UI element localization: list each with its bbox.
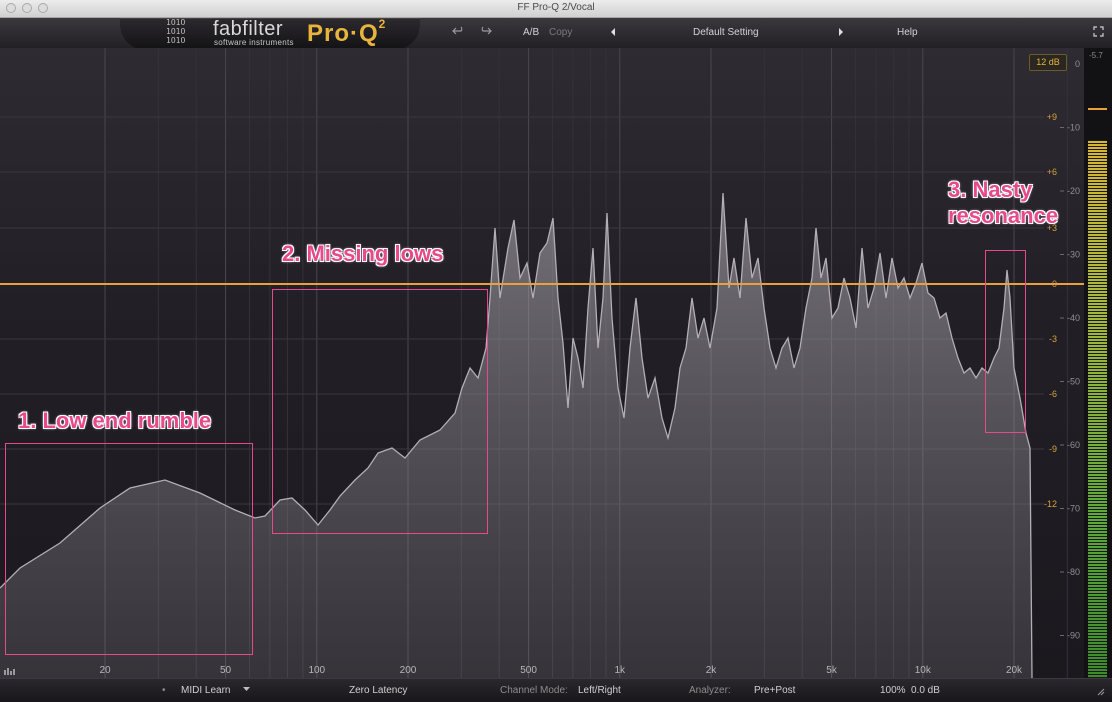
previous-preset-icon[interactable]: [609, 27, 617, 40]
fullscreen-icon[interactable]: [1093, 26, 1104, 40]
analyzer-db-tick-label: -50: [1067, 377, 1080, 387]
range-badge[interactable]: 12 dB: [1029, 54, 1067, 71]
frequency-tick-label: 20k: [1006, 665, 1023, 676]
ab-button[interactable]: A/B: [523, 27, 539, 38]
midi-learn-button[interactable]: MIDI Learn: [181, 685, 230, 696]
window-titlebar: FF Pro-Q 2/Vocal: [0, 0, 1112, 18]
frequency-tick-label: 200: [400, 665, 417, 676]
eq-gain-tick-label: -9: [1049, 444, 1057, 454]
annotation-box-low-end: [5, 443, 253, 655]
output-level-meter: -5.7: [1084, 48, 1112, 678]
annotation-box-missing-lows: [272, 289, 488, 534]
analyzer-db-tick-label: -30: [1067, 250, 1080, 260]
frequency-tick-label: 100: [308, 665, 325, 676]
eq-gain-tick-label: -6: [1049, 389, 1057, 399]
redo-icon[interactable]: [478, 26, 492, 39]
fabfilter-logo-icon: 1O1O 1O1O 1O1O: [166, 18, 186, 45]
eq-gain-tick-label: -12: [1044, 499, 1057, 509]
frequency-tick-label: 5k: [826, 665, 838, 676]
eq-gain-tick-label: +9: [1047, 112, 1057, 122]
window-title: FF Pro-Q 2/Vocal: [517, 2, 595, 13]
channel-mode-label: Channel Mode:: [500, 685, 568, 696]
analyzer-db-tick-label: -90: [1067, 631, 1080, 641]
next-preset-icon[interactable]: [837, 27, 845, 40]
annotation-box-resonance: [985, 250, 1026, 433]
frequency-tick-label: 10k: [915, 665, 932, 676]
frequency-tick-label: 20: [99, 665, 111, 676]
midi-learn-dropdown-icon[interactable]: [242, 685, 251, 696]
annotation-low-end-rumble: 1. Low end rumble: [18, 408, 212, 433]
meter-peak-hold: [1088, 108, 1107, 110]
analyzer-db-tick-label: -80: [1067, 567, 1080, 577]
latency-mode-button[interactable]: Zero Latency: [349, 685, 407, 696]
meter-peak-value: -5.7: [1089, 51, 1103, 60]
analyzer-value[interactable]: Pre+Post: [754, 685, 795, 696]
product-name: Pro·Q: [307, 20, 379, 47]
product-version: 2: [378, 17, 387, 31]
eq-gain-tick-label: 0: [1052, 279, 1057, 289]
copy-button[interactable]: Copy: [549, 27, 572, 38]
output-gain-value[interactable]: 0.0 dB: [911, 685, 940, 696]
frequency-tick-label: 500: [520, 665, 537, 676]
analyzer-db-tick-label: -60: [1067, 440, 1080, 450]
brand-subtitle: software instruments: [214, 38, 294, 47]
analyzer-db-tick-label: 0: [1075, 59, 1080, 69]
eq-graph[interactable]: 20 50 100 200 500 1k 2k 5k 10k 20k +9 +6 +3 0 -3 -6 -9-…: [0, 48, 1084, 678]
analyzer-db-tick-label: -40: [1067, 313, 1080, 323]
frequency-tick-label: 1k: [615, 665, 627, 676]
preset-name[interactable]: Default Setting: [693, 27, 759, 38]
zoom-value[interactable]: 100%: [880, 685, 906, 696]
analyzer-db-tick-label: -70: [1067, 504, 1080, 514]
undo-icon[interactable]: [452, 26, 466, 39]
frequency-tick-label: 2k: [706, 665, 718, 676]
status-bar: • MIDI Learn Zero Latency Channel Mode: …: [0, 678, 1112, 702]
meter-bar: [1088, 140, 1107, 678]
analyzer-db-tick-label: -10: [1067, 123, 1080, 133]
annotation-missing-lows: 2. Missing lows: [282, 241, 444, 266]
eq-gain-tick-label: -3: [1049, 334, 1057, 344]
analyzer-db-tick-label: -20: [1067, 186, 1080, 196]
midi-indicator-icon: •: [162, 685, 166, 696]
eq-gain-tick-label: +6: [1047, 167, 1057, 177]
frequency-tick-label: 50: [220, 665, 232, 676]
help-button[interactable]: Help: [897, 27, 918, 38]
analyzer-toggle-icon[interactable]: [4, 663, 16, 678]
product-logo: Pro·Q2: [307, 17, 387, 48]
analyzer-label: Analyzer:: [689, 685, 731, 696]
annotation-nasty-resonance: 3. Nasty resonance: [948, 177, 1059, 228]
resize-handle-icon[interactable]: [1096, 687, 1106, 700]
channel-mode-value[interactable]: Left/Right: [578, 685, 621, 696]
